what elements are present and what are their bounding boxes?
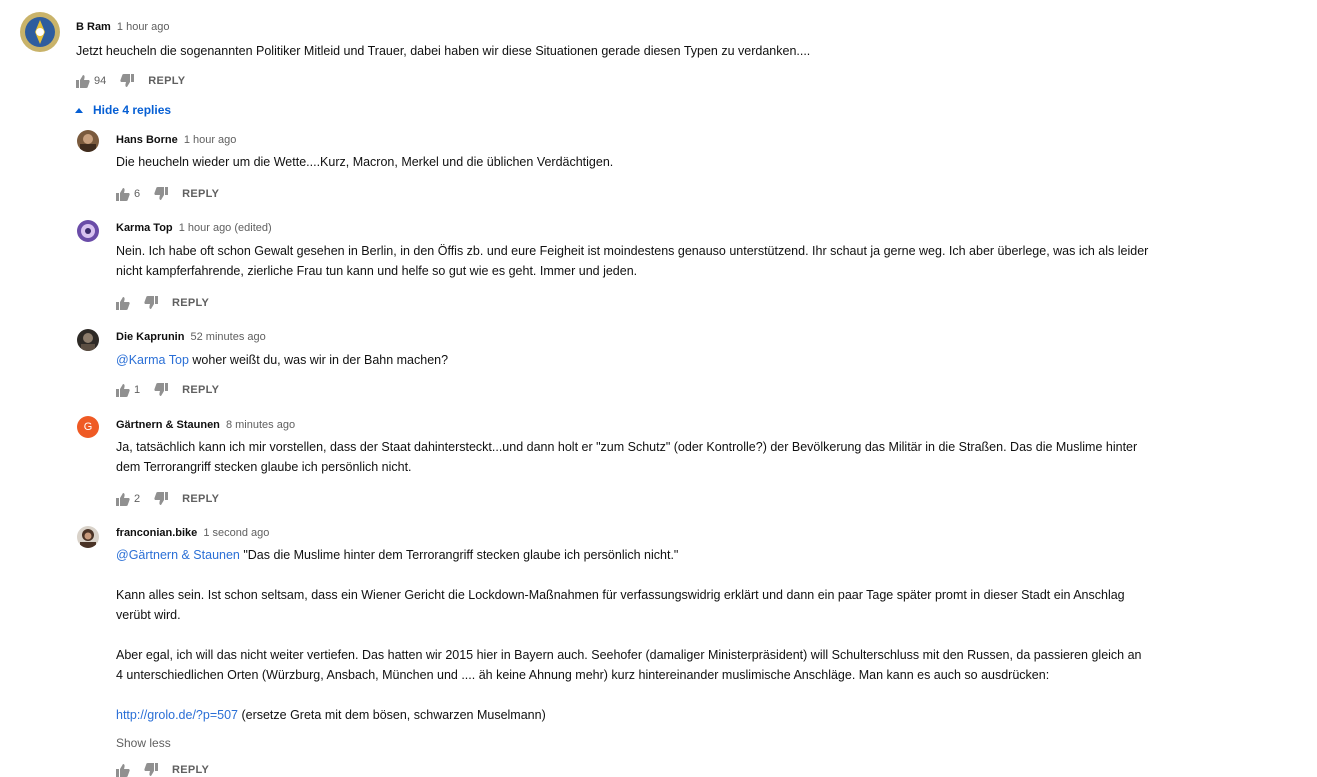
author-name[interactable]: Karma Top <box>116 222 173 234</box>
hide-replies-label: Hide 4 replies <box>93 103 172 117</box>
author-name[interactable]: franconian.bike <box>116 527 197 539</box>
thumb-down-icon[interactable] <box>120 74 135 88</box>
like-count: 94 <box>94 75 107 87</box>
author-name[interactable]: Gärtnern & Staunen <box>116 419 220 431</box>
thumb-up-icon[interactable] <box>116 492 130 506</box>
author-name[interactable]: Die Kaprunin <box>116 331 184 343</box>
like-count: 1 <box>134 384 141 396</box>
reply-button[interactable]: REPLY <box>182 384 219 396</box>
comment-line: Ja, tatsächlich kann ich mir vorstellen,… <box>116 440 1138 454</box>
mention-link[interactable]: @Karma Top <box>116 353 189 367</box>
thumb-down-icon[interactable] <box>144 296 158 310</box>
chevron-up-icon <box>75 107 83 113</box>
external-link[interactable]: http://grolo.de/?p=507 <box>116 708 238 722</box>
comment-actions: REPLY <box>116 296 209 310</box>
comment-header: B Ram 1 hour ago <box>76 21 170 33</box>
avatar[interactable] <box>77 526 99 548</box>
avatar-image <box>77 329 99 351</box>
author-name[interactable]: Hans Borne <box>116 134 178 146</box>
comment-header: Hans Borne 1 hour ago <box>116 134 236 146</box>
avatar[interactable] <box>77 130 99 152</box>
comment-text: Ja, tatsächlich kann ich mir vorstellen,… <box>116 437 1306 477</box>
thumb-up-icon[interactable] <box>116 296 130 310</box>
comment-line: Kann alles sein. Ist schon seltsam, dass… <box>116 588 1125 602</box>
comment-header: Die Kaprunin 52 minutes ago <box>116 331 266 343</box>
comment-line: http://grolo.de/?p=507 (ersetze Greta mi… <box>116 705 1306 725</box>
avatar-image <box>77 130 99 152</box>
thumb-up-icon[interactable] <box>116 763 130 777</box>
avatar[interactable] <box>77 329 99 351</box>
avatar-image <box>20 12 60 52</box>
comment-header: Gärtnern & Staunen 8 minutes ago <box>116 419 295 431</box>
mention-link[interactable]: @Gärtnern & Staunen <box>116 548 240 562</box>
show-less-button[interactable]: Show less <box>116 736 171 750</box>
timestamp[interactable]: 1 hour ago <box>184 134 237 146</box>
comment-line: nicht kampferfahrende, zierliche Frau tu… <box>116 264 638 278</box>
link-suffix-text: (ersetze Greta mit dem bösen, schwarzen … <box>237 708 546 722</box>
like-count: 6 <box>134 188 141 200</box>
comment-text: Nein. Ich habe oft schon Gewalt gesehen … <box>116 241 1306 281</box>
comment-text: @Karma Top woher weißt du, was wir in de… <box>116 350 1306 370</box>
comment-actions: REPLY <box>116 763 209 777</box>
reply-button[interactable]: REPLY <box>182 493 219 505</box>
avatar-letter: G <box>83 421 93 433</box>
quote-text: "Das die Muslime hinter dem Terrorangrif… <box>239 548 679 562</box>
comment-header: Karma Top 1 hour ago (edited) <box>116 222 272 234</box>
timestamp[interactable]: 1 hour ago <box>117 21 170 33</box>
comment-line: verübt wird. <box>116 608 181 622</box>
avatar[interactable] <box>20 12 60 52</box>
comment-actions: 6 REPLY <box>116 187 219 201</box>
comment-line: 4 unterschiedlichen Orten (Würzburg, Ans… <box>116 668 1050 682</box>
reply-button[interactable]: REPLY <box>182 188 219 200</box>
comment-actions: 94 REPLY <box>76 74 185 88</box>
timestamp[interactable]: 1 second ago <box>203 527 269 539</box>
comment-body: woher weißt du, was wir in der Bahn mach… <box>188 353 449 367</box>
comment-line: dem Terrorangriff stecken glaube ich per… <box>116 460 412 474</box>
comment-line: @Gärtnern & Staunen "Das die Muslime hin… <box>116 545 1306 565</box>
thumb-down-icon[interactable] <box>144 763 158 777</box>
thumb-up-icon[interactable] <box>116 383 130 397</box>
thumb-down-icon[interactable] <box>154 383 169 397</box>
comment-text: Jetzt heucheln die sogenannten Politiker… <box>76 44 811 58</box>
reply-button[interactable]: REPLY <box>172 297 209 309</box>
comment-text: @Gärtnern & Staunen "Das die Muslime hin… <box>116 545 1306 725</box>
timestamp[interactable]: 52 minutes ago <box>191 331 266 343</box>
like-count: 2 <box>134 493 141 505</box>
avatar[interactable] <box>77 220 99 242</box>
avatar-image <box>77 526 99 548</box>
timestamp[interactable]: 8 minutes ago <box>226 419 295 431</box>
comment-text: Die heucheln wieder um die Wette....Kurz… <box>116 155 614 169</box>
timestamp[interactable]: 1 hour ago (edited) <box>179 222 272 234</box>
comment-actions: 1 REPLY <box>116 383 219 397</box>
comment-actions: 2 REPLY <box>116 492 219 506</box>
thumb-up-icon[interactable] <box>76 74 90 88</box>
thumb-down-icon[interactable] <box>154 492 169 506</box>
reply-button[interactable]: REPLY <box>172 764 209 776</box>
comment-line: Aber egal, ich will das nicht weiter ver… <box>116 648 1142 662</box>
avatar[interactable]: G <box>77 416 99 438</box>
comment-header: franconian.bike 1 second ago <box>116 527 269 539</box>
author-name[interactable]: B Ram <box>76 21 111 33</box>
thumb-up-icon[interactable] <box>116 187 130 201</box>
comment-line: Nein. Ich habe oft schon Gewalt gesehen … <box>116 244 1149 258</box>
hide-replies-button[interactable]: Hide 4 replies <box>75 103 171 117</box>
reply-button[interactable]: REPLY <box>148 75 185 87</box>
avatar-image <box>77 220 99 242</box>
thumb-down-icon[interactable] <box>154 187 169 201</box>
